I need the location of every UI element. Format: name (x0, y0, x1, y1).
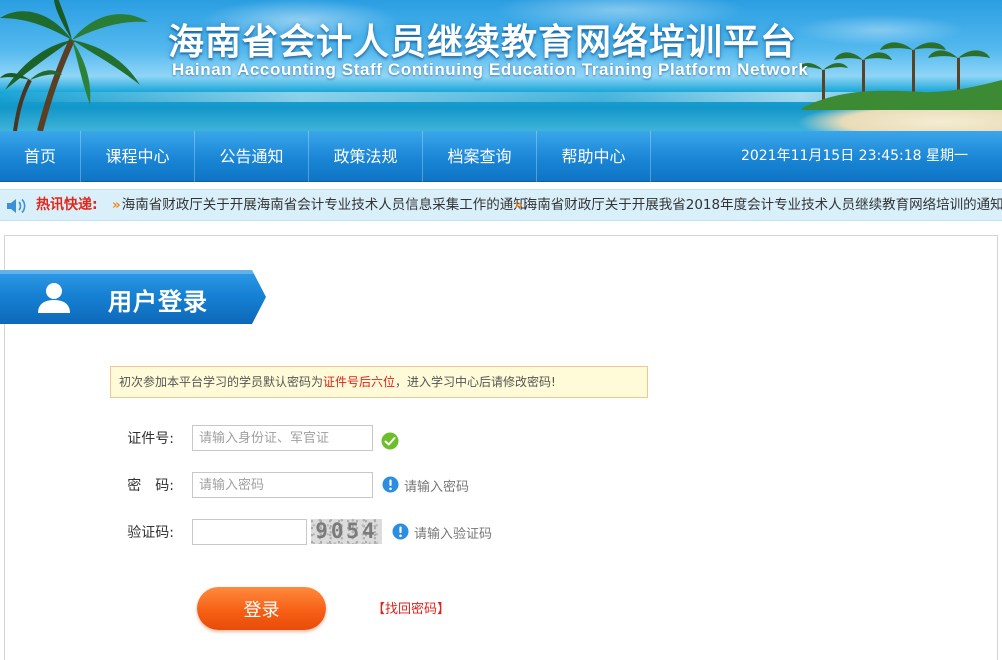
palm-tree-left-icon (0, 0, 148, 131)
nav-item-course-center[interactable]: 课程中心 (81, 131, 195, 182)
nav-item-policies[interactable]: 政策法规 (309, 131, 423, 182)
captcha-label: 验证码: (127, 525, 174, 541)
captcha-image[interactable]: 9054 (311, 519, 382, 544)
password-notice: 初次参加本平台学习的学员默认密码为证件号后六位，进入学习中心后请修改密码! (110, 366, 648, 398)
valid-check-icon (381, 432, 399, 450)
header-banner: 海南省会计人员继续教育网络培训平台 Hainan Accounting Staf… (0, 0, 1002, 131)
speaker-icon (7, 198, 26, 214)
id-number-label: 证件号: (127, 431, 174, 447)
ticker-label: 热讯快递: (36, 197, 98, 213)
nav-item-home[interactable]: 首页 (0, 131, 81, 182)
captcha-hint: 请输入验证码 (414, 527, 493, 542)
captcha-input[interactable] (192, 519, 307, 545)
login-button[interactable]: 登录 (197, 587, 326, 630)
site-title: 海南省会计人员继续教育网络培训平台 (168, 22, 798, 63)
nav-item-help-center[interactable]: 帮助中心 (537, 131, 651, 182)
news-item[interactable]: »海南省财政厅关于开展海南省会计专业技术人员信息采集工作的通知 (112, 190, 527, 221)
info-icon (392, 523, 409, 540)
id-number-input[interactable] (192, 425, 373, 451)
user-icon (38, 283, 70, 313)
news-item[interactable]: »海南省财政厅关于开展我省2018年度会计专业技术人员继续教育网络培训的通知 (514, 190, 1002, 221)
recover-password-link[interactable]: 【找回密码】 (372, 598, 450, 617)
news-ticker: 热讯快递: »海南省财政厅关于开展海南省会计专业技术人员信息采集工作的通知 »海… (0, 189, 1002, 221)
palm-tree-right-icon (802, 42, 1002, 110)
password-hint: 请输入密码 (404, 480, 470, 495)
login-title: 用户登录 (108, 288, 208, 316)
nav-item-records-query[interactable]: 档案查询 (423, 131, 537, 182)
bullet-icon: » (514, 197, 523, 213)
info-icon (382, 476, 399, 493)
current-datetime: 2021年11月15日 23:45:18 星期一 (740, 148, 968, 164)
password-input[interactable] (192, 472, 373, 498)
main-nav: 首页 课程中心 公告通知 政策法规 档案查询 帮助中心 2021年11月15日 … (0, 131, 1002, 182)
site-subtitle-english: Hainan Accounting Staff Continuing Educa… (172, 60, 809, 79)
bullet-icon: » (112, 197, 121, 213)
nav-item-announcements[interactable]: 公告通知 (195, 131, 309, 182)
password-label: 密 码: (127, 478, 174, 494)
